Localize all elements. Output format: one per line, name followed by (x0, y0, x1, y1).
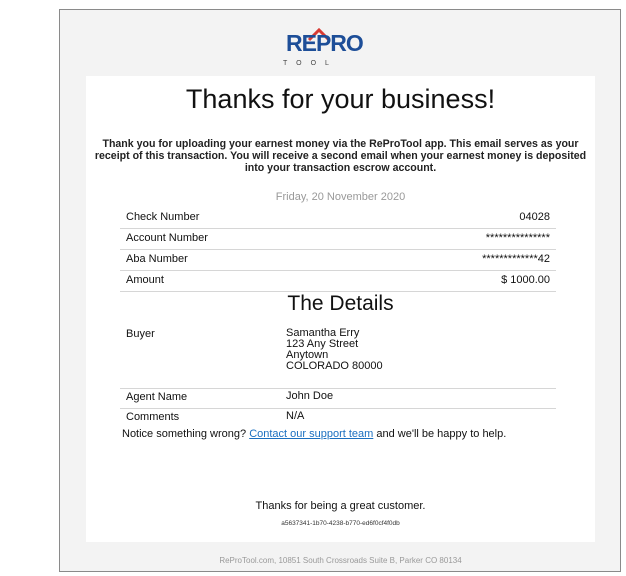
receipt-row-amount: Amount $ 1000.00 (120, 271, 556, 292)
support-notice: Notice something wrong? Contact our supp… (122, 428, 542, 441)
details-row-agent: Agent Name John Doe (120, 389, 556, 409)
notice-suffix: and we'll be happy to help. (376, 428, 507, 440)
page-title: Thanks for your business! (185, 84, 496, 114)
intro-text: Thank you for uploading your earnest mon… (94, 138, 587, 174)
agent-label: Agent Name (126, 391, 188, 403)
footer-address: ReProTool.com, 10851 South Crossroads Su… (219, 556, 462, 565)
details-row-buyer: Buyer Samantha Erry 123 Any Street Anyto… (120, 326, 556, 389)
details-row-comments: Comments N/A (120, 409, 556, 427)
receipt-row-value: $ 1000.00 (501, 274, 550, 286)
closing-text: Thanks for being a great customer. (255, 500, 426, 512)
repro-logo: REPRO TOOL (0, 20, 626, 72)
logo-wordmark: REPRO (286, 30, 364, 56)
receipt-row-label: Aba Number (126, 253, 188, 265)
receipt-row-aba-number: Aba Number *************42 (120, 250, 556, 271)
receipt-row-check-number: Check Number 04028 (120, 208, 556, 229)
agent-value: John Doe (286, 390, 334, 402)
receipt-row-value: *************42 (482, 253, 550, 265)
receipt-row-account-number: Account Number *************** (120, 229, 556, 250)
buyer-address: Samantha Erry 123 Any Street Anytown COL… (286, 328, 383, 372)
receipt-row-label: Check Number (126, 211, 200, 223)
receipt-row-label: Amount (126, 274, 164, 286)
comments-label: Comments (126, 411, 180, 423)
transaction-id: a5637341-1b70-4238-b770-ed6f0cf4f0db (281, 520, 400, 527)
logo-tagline: TOOL (283, 60, 338, 67)
receipt-row-value: 04028 (519, 211, 550, 223)
receipt-date: Friday, 20 November 2020 (275, 191, 406, 203)
comments-value: N/A (286, 410, 305, 422)
buyer-label: Buyer (126, 328, 155, 340)
notice-prefix: Notice something wrong? (122, 428, 247, 440)
details-title: The Details (287, 292, 394, 315)
contact-support-link[interactable]: Contact our support team (249, 428, 373, 440)
receipt-row-value: *************** (485, 232, 550, 244)
receipt-row-label: Account Number (126, 232, 208, 244)
buyer-state-zip: COLORADO 80000 (286, 360, 383, 372)
